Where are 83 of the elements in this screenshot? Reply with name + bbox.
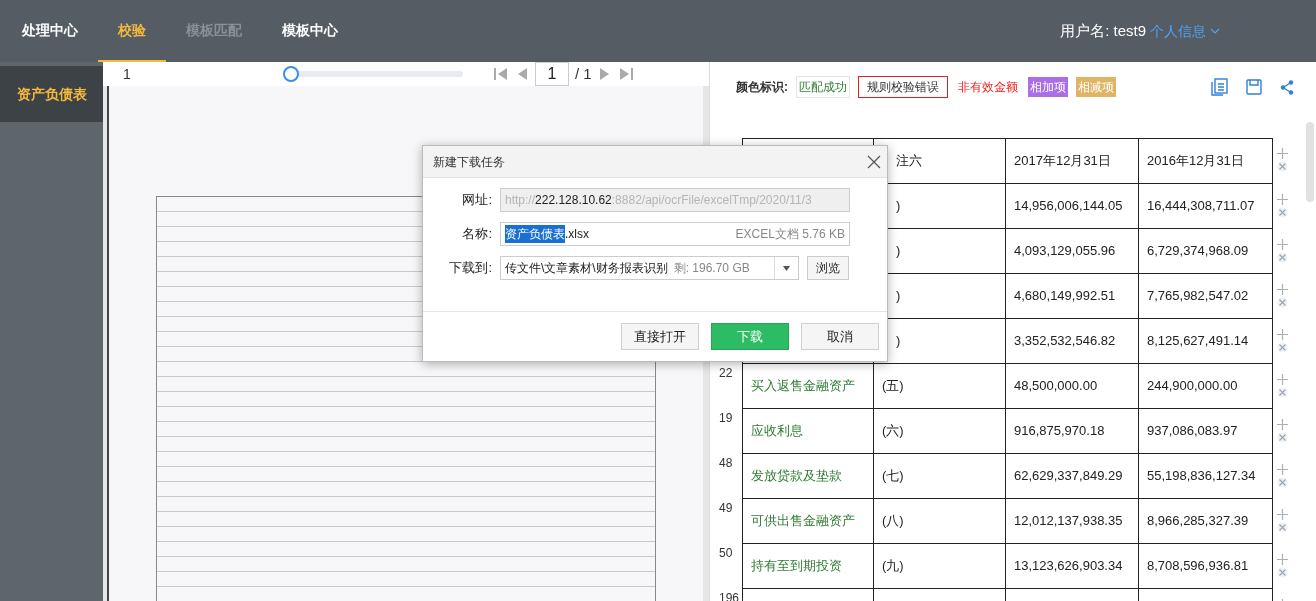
table-cell-text: 4,680,149,992.51 (1014, 287, 1116, 306)
legend-title: 颜色标识: (736, 79, 788, 96)
plus-icon[interactable] (1276, 239, 1288, 250)
row-number: 22 (719, 366, 733, 380)
table-cell-text: ) (896, 242, 901, 261)
table-header-cell: 2016年12月31日 (1138, 139, 1273, 184)
save-icon[interactable] (1246, 79, 1262, 95)
table-cell-text: 发放贷款及垫款 (751, 467, 842, 486)
dialog-button[interactable]: 取消 (801, 323, 879, 350)
table-cell-text: 62,629,337,849.29 (1014, 467, 1123, 486)
table-cell-text: 3,352,532,546.82 (1014, 332, 1116, 351)
table-cell-text: 14,956,006,144.05 (1014, 197, 1123, 216)
table-cell-text: (七) (882, 467, 904, 486)
browse-button[interactable]: 浏览 (807, 256, 849, 280)
table-cell-text: 55,198,836,127.34 (1147, 467, 1256, 486)
plus-icon[interactable] (1276, 554, 1288, 565)
table-cell-text: ) (896, 197, 901, 216)
page-input[interactable]: 1 (535, 62, 569, 86)
plus-icon[interactable] (1276, 194, 1288, 205)
table-cell-text: 16,444,308,711.07 (1147, 197, 1255, 216)
save-path-dropdown[interactable]: 传文件\文章素材\财务报表识别 剩: 196.70 GB (500, 256, 799, 280)
table-cell-text: 可供出售金融资产 (751, 512, 855, 531)
page-number: 1 (123, 64, 132, 84)
nav-tab[interactable]: 模板中心 (262, 0, 358, 62)
table-cell-text: 8,125,627,491.14 (1147, 332, 1249, 351)
table-cell-text: (六) (882, 422, 904, 441)
table-cell-text: 48,500,000.00 (1014, 377, 1098, 396)
table-cell-text: 13,123,626,903.34 (1014, 557, 1123, 576)
row-number: 19 (719, 411, 733, 425)
table-cell-text: (八) (882, 512, 904, 531)
table-cell-text: 7,765,982,547.02 (1147, 287, 1249, 306)
row-number: 50 (719, 546, 733, 560)
dropdown-caret-icon (783, 265, 790, 271)
close-icon[interactable] (867, 154, 881, 169)
dialog-button[interactable]: 直接打开 (621, 323, 699, 350)
table-cell-text: (九) (882, 557, 904, 576)
save-to-label: 下载到: (448, 259, 493, 278)
table-cell-text: 买入返售金融资产 (751, 377, 855, 396)
sidebar-item[interactable]: 资产负债表 (0, 66, 103, 122)
url-label: 网址: (461, 191, 493, 210)
chevron-down-icon (1210, 28, 1220, 34)
table-cell-text: ) (896, 287, 901, 306)
table-cell-text: 244,900,000.00 (1147, 377, 1238, 396)
plus-icon[interactable] (1276, 374, 1288, 385)
legend-tag: 非有效金额 (956, 77, 1020, 97)
last-page-icon[interactable] (617, 66, 634, 82)
row-number: 48 (719, 456, 733, 470)
table-cell-text: 12,012,137,938.35 (1014, 512, 1123, 531)
name-label: 名称: (461, 225, 493, 244)
plus-icon[interactable] (1276, 148, 1288, 159)
table-cell-text: 8,708,596,936.81 (1147, 557, 1249, 576)
copy-icon[interactable] (1211, 78, 1229, 96)
legend-tag: 规则校验错误 (858, 76, 948, 98)
table-cell-text: 8,966,285,327.39 (1147, 512, 1249, 531)
legend-tag: 相加项 (1028, 77, 1068, 97)
table-cell-text: ) (896, 332, 901, 351)
first-page-icon[interactable] (493, 66, 509, 82)
slider-thumb[interactable] (283, 66, 299, 82)
plus-icon[interactable] (1276, 464, 1288, 475)
url-field[interactable]: http://222.128.10.62:8882/api/ocrFile/excelTmp/2020/11/3 (500, 188, 850, 212)
table-cell-text: 4,093,129,055.96 (1014, 242, 1116, 261)
plus-icon[interactable] (1276, 509, 1288, 520)
table-header-cell: 2017年12月31日 (1005, 139, 1138, 184)
table-cell-text: 持有至到期投资 (751, 557, 842, 576)
table-cell-text: 916,875,970.18 (1014, 422, 1105, 441)
dialog-title: 新建下载任务 (433, 153, 505, 171)
table-cell-text: 937,086,083.97 (1147, 422, 1238, 441)
share-icon[interactable] (1280, 79, 1294, 95)
plus-icon[interactable] (1276, 284, 1288, 295)
page-total: / 1 (575, 63, 592, 84)
file-name-field[interactable]: 资产负债表.xlsx EXCEL文档 5.76 KB (500, 222, 850, 246)
zoom-slider[interactable] (283, 66, 463, 82)
plus-icon[interactable] (1276, 329, 1288, 340)
legend-tag: 相减项 (1076, 77, 1116, 97)
plus-icon[interactable] (1276, 419, 1288, 430)
row-number: 49 (719, 501, 733, 515)
table-cell-text: 应收利息 (751, 422, 803, 441)
table-cell-text: (五) (882, 377, 904, 396)
scrollbar[interactable] (1306, 122, 1314, 202)
username-label: 用户名: test9 (1060, 20, 1146, 41)
legend-tag: 匹配成功 (796, 76, 850, 98)
nav-tab[interactable]: 处理中心 (2, 0, 98, 62)
table-cell-text: 6,729,374,968.09 (1147, 242, 1249, 261)
